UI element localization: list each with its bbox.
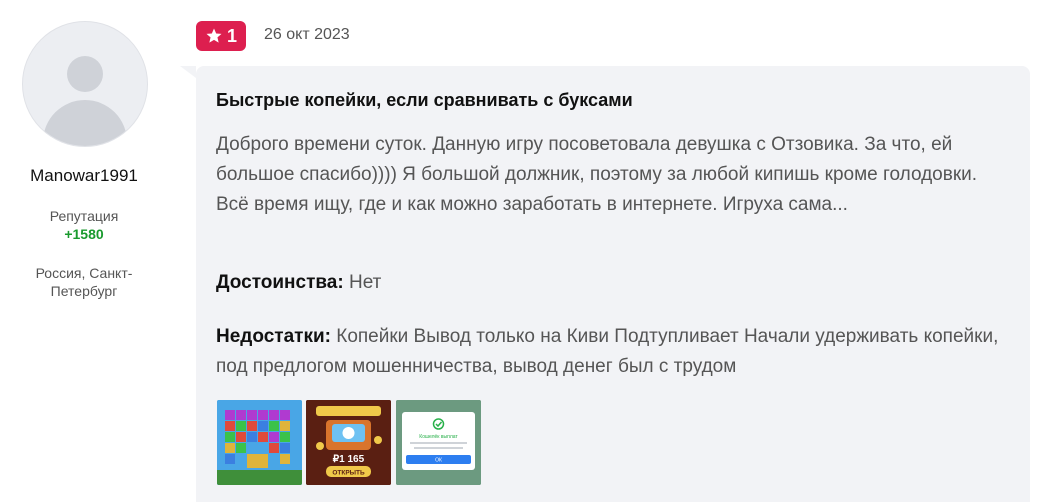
author-username[interactable]: Manowar1991 <box>0 166 168 186</box>
avatar-head-shape <box>67 56 103 92</box>
reputation-value: +1580 <box>64 226 104 242</box>
star-icon <box>206 28 222 43</box>
review-date: 26 окт 2023 <box>264 26 350 43</box>
reward-chest-thumbnail: ₽1 165 ОТКРЫТЬ <box>306 400 391 485</box>
cons-text: Копейки Вывод только на Киви Подтупливае… <box>216 326 999 377</box>
thumb3-title: Кошелёк выплат <box>419 434 458 440</box>
author-location: Россия, Санкт-Петербург <box>35 265 133 299</box>
review-photo-2[interactable]: ₽1 165 ОТКРЫТЬ <box>306 400 391 485</box>
review-photo-1[interactable] <box>217 400 302 485</box>
rating-badge: 1 <box>196 21 246 51</box>
avatar-body-shape <box>43 100 127 146</box>
pros-label: Достоинства: <box>216 272 344 293</box>
review-text: Доброго времени суток. Данную игру посов… <box>216 134 978 215</box>
thumb3-button: ОК <box>435 458 442 464</box>
pros-text: Нет <box>348 272 382 293</box>
cons-label: Недостатки: <box>216 326 331 347</box>
puzzle-game-thumbnail <box>217 400 302 485</box>
review-card: Быстрые копейки, если сравнивать с букса… <box>180 66 1030 502</box>
reputation-label: Репутация <box>49 208 119 224</box>
thumb2-button: ОТКРЫТЬ <box>332 470 365 477</box>
rating-value: 1 <box>226 25 237 46</box>
review-photo-3[interactable]: Кошелёк выплат ОК <box>396 400 481 485</box>
payout-dialog-thumbnail: Кошелёк выплат ОК <box>396 400 481 485</box>
avatar[interactable] <box>22 21 148 147</box>
review-title[interactable]: Быстрые копейки, если сравнивать с букса… <box>216 90 633 111</box>
thumb2-amount: ₽1 165 <box>333 454 365 465</box>
review-pros: Достоинства: Нет <box>216 272 1006 294</box>
review-cons: Недостатки: Копейки Вывод только на Киви… <box>216 322 1006 382</box>
